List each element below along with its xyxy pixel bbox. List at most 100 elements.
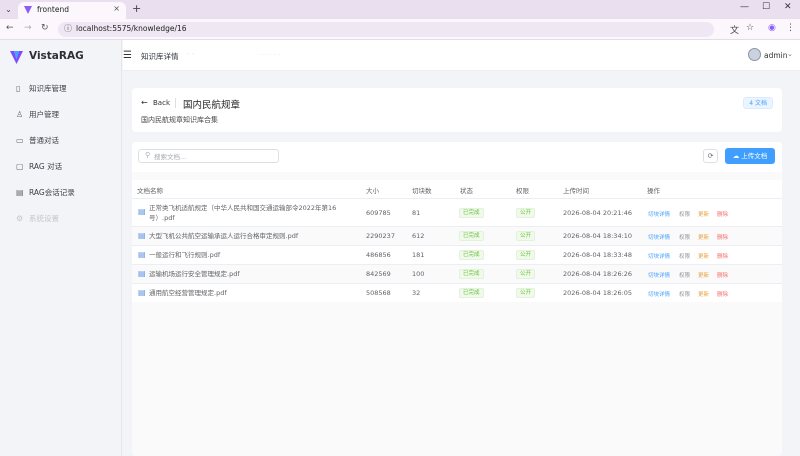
status-badge: 已完成	[459, 250, 484, 260]
permission-link[interactable]: 权限	[679, 233, 690, 241]
search-input[interactable]	[154, 151, 274, 162]
back-arrow-icon[interactable]: ←	[6, 23, 14, 33]
profile-icon[interactable]: ◉	[768, 23, 776, 33]
chunk-count: 100	[412, 270, 425, 278]
url-text[interactable]: localhost:5575/knowledge/16	[76, 24, 187, 33]
permission-link[interactable]: 权限	[679, 210, 690, 218]
file-icon: ▤	[138, 250, 146, 259]
file-name[interactable]: 一般运行和飞行规则.pdf	[149, 250, 354, 260]
chevron-down-icon[interactable]: ⌄	[787, 50, 793, 58]
tab-search-icon[interactable]: ⌄	[2, 3, 15, 16]
divider	[175, 98, 176, 108]
file-name[interactable]: 通用航空经营管理规定.pdf	[149, 288, 354, 298]
url-field[interactable]: ⓘ localhost:5575/knowledge/16	[58, 22, 714, 37]
chunk-details-link[interactable]: 切块详情	[648, 233, 670, 241]
sidebar-item-knowledge[interactable]: ▯ 知识库管理	[16, 83, 67, 97]
menu-toggle-icon[interactable]: ☰	[123, 50, 132, 61]
user-icon: ♙	[16, 110, 24, 119]
back-arrow-icon[interactable]: ←	[141, 98, 148, 107]
document-list-card: ⚲ ⟳ ☁ 上传文档 文档名称 大小 切块数 状态 权限 上传时间 操作 ▤ 正…	[132, 142, 782, 456]
file-icon: ▤	[138, 231, 146, 240]
col-status: 状态	[460, 187, 473, 195]
site-info-icon[interactable]: ⓘ	[64, 23, 72, 34]
new-tab-button[interactable]: +	[132, 2, 141, 15]
table-row: ▤ 运输机场运行安全管理规定.pdf 842569 100 已完成 公开 202…	[132, 264, 782, 283]
upload-label: 上传文档	[741, 152, 768, 160]
chunk-count: 612	[412, 232, 425, 240]
forward-arrow-icon[interactable]: →	[24, 23, 32, 33]
upload-time: 2026-08-04 18:26:26	[563, 270, 633, 278]
sidebar-item-chat[interactable]: ▭ 普通对话	[16, 135, 59, 149]
file-icon: ▤	[138, 207, 146, 216]
settings-icon: ⚙	[16, 214, 24, 223]
chunk-count: 81	[412, 209, 421, 217]
sidebar-item-rag-chat[interactable]: ▢ RAG 对话	[16, 161, 62, 175]
back-button[interactable]: Back	[153, 99, 170, 107]
tab-title: frontend	[37, 5, 69, 14]
file-name[interactable]: 大型飞机公共航空运输承运人运行合格审定规则.pdf	[149, 231, 354, 241]
chunk-details-link[interactable]: 切块详情	[648, 271, 670, 279]
faint-indicator: ·········	[258, 52, 282, 58]
sidebar-item-users[interactable]: ♙ 用户管理	[16, 109, 59, 123]
upload-time: 2026-08-04 18:26:05	[563, 289, 633, 297]
permission-badge: 公开	[516, 269, 536, 279]
favicon-icon	[24, 6, 32, 14]
update-link[interactable]: 更新	[698, 233, 709, 241]
delete-link[interactable]: 删除	[717, 252, 728, 260]
minimize-button[interactable]: —	[740, 2, 749, 12]
table-row: ▤ 正常类飞机适航规定（中华人民共和国交通运输部令2022年第16号）.pdf …	[132, 198, 782, 226]
permission-badge: 公开	[516, 288, 536, 298]
permission-link[interactable]: 权限	[679, 290, 690, 298]
chunk-details-link[interactable]: 切块详情	[648, 290, 670, 298]
sidebar: VistaRAG ▯ 知识库管理 ♙ 用户管理 ▭ 普通对话 ▢ RAG 对话 ▤ RAG…	[0, 40, 122, 456]
kb-description: 国内民航规章知识库合集	[141, 116, 218, 124]
update-link[interactable]: 更新	[698, 271, 709, 279]
refresh-button[interactable]: ⟳	[703, 149, 718, 163]
permission-link[interactable]: 权限	[679, 271, 690, 279]
maximize-button[interactable]: ☐	[762, 2, 770, 12]
chunk-count: 32	[412, 289, 421, 297]
permission-badge: 公开	[516, 231, 536, 241]
bookmark-star-icon[interactable]: ☆	[746, 23, 754, 33]
file-size: 842569	[366, 270, 391, 278]
sidebar-item-label: 普通对话	[29, 136, 59, 145]
upload-time: 2026-08-04 18:34:10	[563, 232, 633, 240]
update-link[interactable]: 更新	[698, 290, 709, 298]
sidebar-item-settings[interactable]: ⚙ 系统设置	[16, 213, 59, 227]
status-badge: 已完成	[459, 269, 484, 279]
kb-title: 国内民航规章	[183, 100, 241, 111]
reload-icon[interactable]: ↻	[41, 23, 49, 33]
message-icon: ▤	[16, 188, 24, 197]
sidebar-item-rag-history[interactable]: ▤ RAG会话记录	[16, 187, 75, 201]
chunk-details-link[interactable]: 切块详情	[648, 210, 670, 218]
delete-link[interactable]: 删除	[717, 271, 728, 279]
faint-breadcrumb: ◦ ◦	[186, 51, 195, 58]
translate-icon[interactable]: 文	[730, 23, 739, 36]
delete-link[interactable]: 删除	[717, 290, 728, 298]
address-bar-row: ← → ↻ ⓘ localhost:5575/knowledge/16 文 ☆ …	[0, 19, 800, 40]
upload-button[interactable]: ☁ 上传文档	[725, 148, 775, 164]
search-box[interactable]: ⚲	[138, 149, 279, 163]
sidebar-item-label: 知识库管理	[29, 84, 67, 93]
chunk-details-link[interactable]: 切块详情	[648, 252, 670, 260]
close-window-button[interactable]: ✕	[784, 2, 792, 12]
toolbar: ⚲ ⟳ ☁ 上传文档	[132, 142, 782, 172]
document-icon: ▯	[16, 84, 21, 93]
chat-icon: ▢	[16, 162, 24, 171]
table-header: 文档名称 大小 切块数 状态 权限 上传时间 操作	[132, 180, 782, 198]
sidebar-item-label: 用户管理	[29, 110, 59, 119]
file-size: 486856	[366, 251, 391, 259]
browser-tab[interactable]: frontend ×	[18, 2, 126, 19]
delete-link[interactable]: 删除	[717, 210, 728, 218]
update-link[interactable]: 更新	[698, 210, 709, 218]
file-name[interactable]: 正常类飞机适航规定（中华人民共和国交通运输部令2022年第16号）.pdf	[149, 203, 354, 223]
avatar[interactable]	[748, 48, 761, 61]
file-name[interactable]: 运输机场运行安全管理规定.pdf	[149, 269, 354, 279]
browser-menu-icon[interactable]: ⋮	[786, 23, 795, 33]
page-title: 知识库详情	[141, 52, 179, 61]
tab-close-icon[interactable]: ×	[113, 4, 120, 13]
user-name[interactable]: admin	[764, 51, 788, 60]
update-link[interactable]: 更新	[698, 252, 709, 260]
permission-link[interactable]: 权限	[679, 252, 690, 260]
delete-link[interactable]: 删除	[717, 233, 728, 241]
